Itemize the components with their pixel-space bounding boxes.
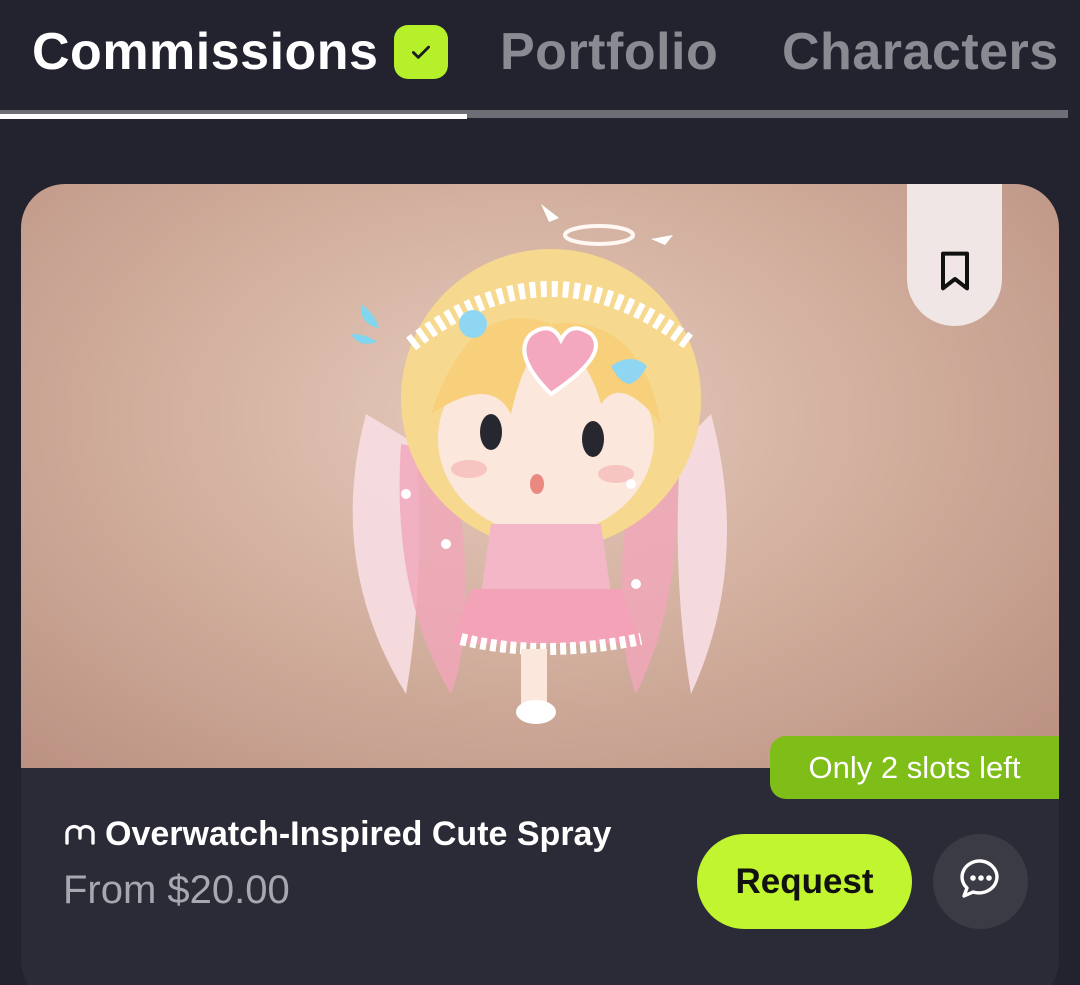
tab-characters[interactable]: Characters [782,22,1059,82]
commission-price: From $20.00 [63,868,290,912]
creator-logo-icon [63,814,97,845]
tab-bar: Commissions Portfolio Characters [0,0,1080,120]
commission-info: Overwatch-Inspired Cute Spray From $20.0… [63,812,663,913]
commission-card[interactable]: Only 2 slots left Overwatch-Inspired Cut… [21,184,1059,985]
request-button[interactable]: Request [697,834,912,929]
commission-title[interactable]: Overwatch-Inspired Cute Spray [63,812,663,856]
slots-left-badge: Only 2 slots left [770,736,1059,799]
chat-button[interactable] [933,834,1028,929]
chat-bubble-icon [957,855,1005,908]
tab-commissions[interactable]: Commissions [32,22,449,82]
tab-commissions-label: Commissions [32,23,379,81]
active-tab-indicator [0,114,467,119]
chibi-character-illustration [351,204,727,724]
tab-portfolio[interactable]: Portfolio [500,22,718,82]
check-icon [394,25,449,79]
commission-artwork[interactable] [21,184,1059,768]
bookmark-icon [939,251,971,296]
bookmark-button[interactable] [907,184,1002,326]
commission-title-text: Overwatch-Inspired Cute Spray [105,815,612,853]
